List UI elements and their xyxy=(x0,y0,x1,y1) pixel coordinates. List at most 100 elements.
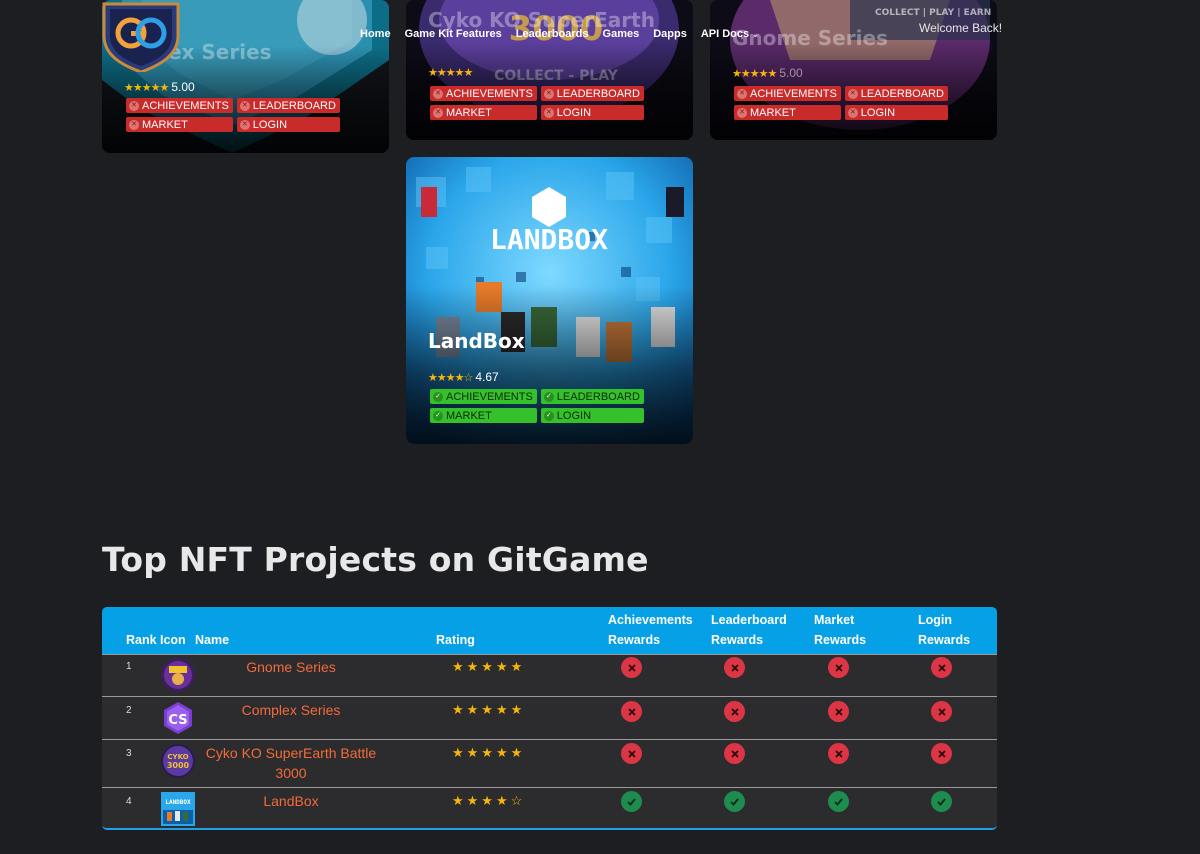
check-icon: ✓ xyxy=(433,410,443,421)
star-rating-icon: ★★★★★ xyxy=(124,81,169,94)
x-circle-icon xyxy=(828,701,849,722)
th-leaderboard: Leaderboard Rewards xyxy=(711,613,787,647)
card-rating-value: 4.67 xyxy=(475,370,499,384)
x-circle-icon xyxy=(828,657,849,678)
main-nav: Home Game Kit Features Leaderboards Game… xyxy=(360,28,759,40)
welcome-text: Welcome Back! xyxy=(919,21,1003,35)
table-header: Rank Icon Name Rating Achievements Reward… xyxy=(102,607,997,654)
x-circle-icon xyxy=(828,743,849,764)
nav-game-kit-features[interactable]: Game Kit Features xyxy=(405,28,502,40)
th-name: Name xyxy=(195,633,230,647)
check-circle-icon xyxy=(621,791,642,812)
x-icon: ✕ xyxy=(737,107,747,118)
th-market: Market Rewards xyxy=(814,613,867,647)
star-rating-icon: ★★★★★ xyxy=(732,67,777,80)
badge-market: ✕ MARKET xyxy=(126,117,233,132)
project-name-link[interactable]: Complex Series xyxy=(196,700,386,720)
card-badges: ✕ ACHIEVEMENTS ✕ LEADERBOARD ✕ MARKET ✕ LOGI… xyxy=(430,86,644,120)
row-rank: 2 xyxy=(126,705,132,716)
th-rank: Rank xyxy=(126,633,157,647)
badge-leaderboard: ✕ LEADERBOARD xyxy=(540,86,644,101)
x-icon: ✕ xyxy=(239,119,250,130)
x-icon: ✕ xyxy=(239,100,250,111)
badge-achievements: ✕ ACHIEVEMENTS xyxy=(126,98,233,113)
nav-leaderboards[interactable]: Leaderboards xyxy=(516,28,589,40)
nav-home[interactable]: Home xyxy=(360,28,391,40)
star-rating-icon: ★★★★☆ xyxy=(452,793,526,808)
table-row[interactable]: 1 Gnome Series ★★★★★ xyxy=(102,654,997,696)
nav-api-docs-label: API Docs xyxy=(700,28,750,40)
project-name-link[interactable]: Cyko KO SuperEarth Battle 3000 xyxy=(196,743,386,783)
card-badges: ✕ ACHIEVEMENTS ✕ LEADERBOARD ✕ MARKET ✕ LOGI… xyxy=(126,98,340,132)
table-row[interactable]: 4 LANDBOX LandBox ★★★★☆ xyxy=(102,787,997,828)
star-rating-icon: ★★★★★ xyxy=(428,67,473,79)
section-title: Top NFT Projects on GitGame xyxy=(102,540,649,579)
table-row[interactable]: 3 CYKO 3000 Cyko KO SuperEarth Battle 30… xyxy=(102,739,997,787)
badge-leaderboard: ✓ LEADERBOARD xyxy=(540,389,644,404)
card-rating: ★★★★★ xyxy=(428,66,473,79)
badge-achievements: ✕ ACHIEVEMENTS xyxy=(734,86,841,101)
badge-leaderboard: ✕ LEADERBOARD xyxy=(844,86,948,101)
th-icon: Icon xyxy=(160,633,186,647)
nav-api-docs[interactable]: API Docs ⌄ xyxy=(701,28,759,40)
row-rank: 3 xyxy=(126,748,132,759)
x-icon: ✕ xyxy=(433,88,443,99)
svg-text:CS: CS xyxy=(168,713,187,728)
check-icon: ✓ xyxy=(433,391,443,402)
badge-achievements: ✕ ACHIEVEMENTS xyxy=(430,86,537,101)
card-rating-value: 5.00 xyxy=(171,80,195,94)
badge-login: ✓ LOGIN xyxy=(540,408,644,423)
badge-login: ✕ LOGIN xyxy=(844,105,948,120)
badge-market: ✕ MARKET xyxy=(734,105,841,120)
row-rank: 1 xyxy=(126,661,132,672)
project-name-link[interactable]: LandBox xyxy=(196,791,386,811)
x-icon: ✕ xyxy=(543,107,554,118)
x-icon: ✕ xyxy=(543,88,554,99)
svg-text:LANDBOX: LANDBOX xyxy=(165,799,191,806)
x-circle-icon xyxy=(724,657,745,678)
x-icon: ✕ xyxy=(129,100,139,111)
svg-text:CYKO: CYKO xyxy=(167,753,188,761)
nav-dapps[interactable]: Dapps xyxy=(653,28,687,40)
gnome-series-icon xyxy=(161,658,195,692)
star-rating-icon: ★★★★☆ xyxy=(428,371,473,384)
project-name-link[interactable]: Gnome Series xyxy=(196,657,386,677)
complex-series-icon: CS xyxy=(164,702,192,734)
cyko-ko-icon: CYKO 3000 xyxy=(161,744,195,778)
badge-login: ✕ LOGIN xyxy=(236,117,340,132)
x-circle-icon xyxy=(931,701,952,722)
x-circle-icon xyxy=(724,743,745,764)
chevron-down-icon: ⌄ xyxy=(752,30,759,39)
x-circle-icon xyxy=(621,657,642,678)
star-rating-icon: ★★★★★ xyxy=(452,745,526,760)
x-icon: ✕ xyxy=(847,88,858,99)
x-circle-icon xyxy=(724,701,745,722)
star-rating-icon: ★★★★★ xyxy=(452,702,526,717)
x-circle-icon xyxy=(931,657,952,678)
svg-text:3000: 3000 xyxy=(167,761,190,770)
star-rating-icon: ★★★★★ xyxy=(452,659,526,674)
table-row[interactable]: 2 CS Complex Series ★★★★★ xyxy=(102,696,997,739)
card-badges: ✕ ACHIEVEMENTS ✕ LEADERBOARD ✕ MARKET ✕ LOGI… xyxy=(734,86,948,120)
nav-games[interactable]: Games xyxy=(603,28,640,40)
check-icon: ✓ xyxy=(543,391,554,402)
landbox-icon: LANDBOX xyxy=(161,792,195,826)
gitgame-logo-icon[interactable] xyxy=(100,0,182,72)
x-icon: ✕ xyxy=(737,88,747,99)
th-rating: Rating xyxy=(436,633,475,647)
badge-leaderboard: ✕ LEADERBOARD xyxy=(236,98,340,113)
card-rating: ★★★★☆ 4.67 xyxy=(428,370,499,384)
badge-achievements: ✓ ACHIEVEMENTS xyxy=(430,389,537,404)
card-rating: ★★★★★ 5.00 xyxy=(124,80,195,94)
card-badges: ✓ ACHIEVEMENTS ✓ LEADERBOARD ✓ MARKET ✓ LOGI… xyxy=(430,389,644,423)
x-circle-icon xyxy=(621,701,642,722)
game-card-landbox[interactable]: LANDBOX LandBox ★★★★☆ 4.67 ✓ ACHIEVEMENTS… xyxy=(406,157,693,444)
badge-market: ✓ MARKET xyxy=(430,408,537,423)
row-rank: 4 xyxy=(126,796,132,807)
x-icon: ✕ xyxy=(847,107,858,118)
badge-login: ✕ LOGIN xyxy=(540,105,644,120)
svg-text:LANDBOX: LANDBOX xyxy=(490,223,608,256)
card-rating: ★★★★★ 5.00 xyxy=(732,66,803,80)
card-title: LandBox xyxy=(428,329,525,353)
game-card-cyko-ko[interactable]: 3000 COLLECT - PLAY Cyko KO SuperEarth ★… xyxy=(406,0,693,140)
